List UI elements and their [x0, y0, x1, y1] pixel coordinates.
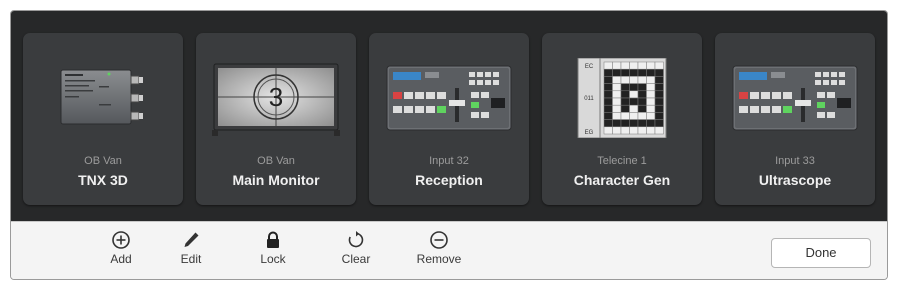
lock-label: Lock — [260, 252, 286, 266]
edit-label: Edit — [180, 252, 202, 266]
device-subtitle: Input 32 — [429, 155, 469, 167]
device-card-main-monitor[interactable]: 3 OB Van Main Monitor — [196, 33, 356, 205]
device-subtitle: Telecine 1 — [597, 155, 647, 167]
svg-text:3: 3 — [269, 82, 283, 112]
device-subtitle: OB Van — [257, 155, 295, 167]
device-name: Character Gen — [573, 172, 671, 188]
done-button[interactable]: Done — [771, 238, 871, 268]
device-panel: OB Van TNX 3D 3 OB Van Main Monitor Inpu… — [11, 11, 887, 221]
device-subtitle: OB Van — [84, 155, 122, 167]
lock-icon — [263, 230, 283, 250]
device-card-reception[interactable]: Input 32 Reception — [369, 33, 529, 205]
device-card-ultrascope[interactable]: Input 33 Ultrascope — [715, 33, 875, 205]
remove-button[interactable]: Remove — [409, 228, 469, 274]
svg-text:EG: EG — [585, 130, 594, 136]
add-button[interactable]: Add — [91, 228, 151, 274]
edit-button[interactable]: Edit — [161, 228, 221, 274]
device-subtitle: Input 33 — [775, 155, 815, 167]
device-name: Main Monitor — [232, 172, 320, 188]
lock-button[interactable]: Lock — [243, 228, 303, 274]
remove-label: Remove — [416, 252, 462, 266]
bottom-toolbar: Add Edit Lock Clear Remove Done — [11, 221, 887, 279]
countdown-monitor-icon: 3 — [212, 58, 340, 138]
switcher-panel-icon — [731, 58, 859, 138]
device-card-character-gen[interactable]: EC 011 EG Telecine 1 Character Gen — [542, 33, 702, 205]
plus-circle-icon — [111, 230, 131, 250]
svg-text:EC: EC — [585, 64, 594, 70]
svg-text:011: 011 — [584, 96, 594, 102]
device-name: Ultrascope — [758, 172, 832, 188]
add-label: Add — [110, 252, 132, 266]
switcher-panel-icon — [385, 58, 513, 138]
device-selection-window: OB Van TNX 3D 3 OB Van Main Monitor Inpu… — [10, 10, 888, 280]
pencil-icon — [181, 230, 201, 250]
refresh-icon — [346, 230, 366, 250]
converter-box-icon — [39, 58, 167, 138]
device-name: TNX 3D — [78, 172, 128, 188]
clear-button[interactable]: Clear — [326, 228, 386, 274]
clear-label: Clear — [341, 252, 371, 266]
minus-circle-icon — [429, 230, 449, 250]
device-name: Reception — [415, 172, 483, 188]
device-card-tnx-3d[interactable]: OB Van TNX 3D — [23, 33, 183, 205]
character-grid-icon: EC 011 EG — [558, 58, 686, 138]
